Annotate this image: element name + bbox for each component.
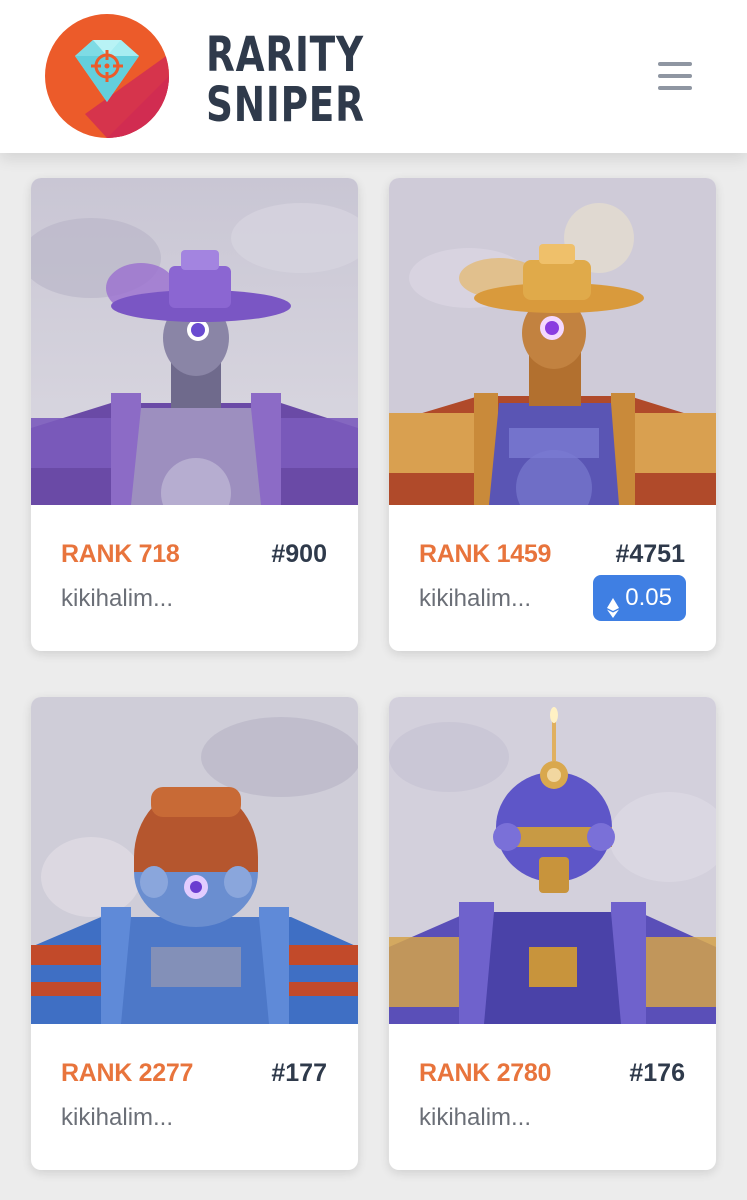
menu-bar: [658, 86, 692, 90]
token-id: #900: [271, 540, 327, 568]
nft-artwork-image: [31, 697, 358, 1024]
price-value: 0.05: [625, 584, 672, 611]
menu-bar: [658, 62, 692, 66]
token-id: #176: [629, 1059, 685, 1087]
nft-artwork-image: [389, 178, 716, 505]
nft-card[interactable]: RANK 2277 #177 kikihalim...: [31, 697, 358, 1170]
brand-line-2: SNIPER: [206, 77, 365, 133]
owner-name[interactable]: kikihalim...: [419, 585, 531, 613]
nft-artwork-image: [31, 178, 358, 505]
nft-card[interactable]: RANK 718 #900 kikihalim...: [31, 178, 358, 651]
nft-card[interactable]: RANK 1459 #4751 kikihalim... 0.05: [389, 178, 716, 651]
rank-label: RANK 718: [61, 540, 180, 568]
diamond-crosshair-logo-icon[interactable]: [45, 14, 169, 138]
brand-line-1: RARITY: [206, 27, 364, 83]
hamburger-menu-icon[interactable]: [652, 58, 700, 94]
price-badge[interactable]: 0.05: [593, 575, 686, 621]
owner-name[interactable]: kikihalim...: [419, 1104, 531, 1132]
owner-name[interactable]: kikihalim...: [61, 1104, 173, 1132]
nft-card[interactable]: RANK 2780 #176 kikihalim...: [389, 697, 716, 1170]
ethereum-icon: [607, 588, 620, 618]
app-header: RARITY SNIPER: [0, 0, 747, 153]
owner-name[interactable]: kikihalim...: [61, 585, 173, 613]
rank-label: RANK 2277: [61, 1059, 194, 1087]
brand-wordmark[interactable]: RARITY SNIPER: [206, 30, 365, 130]
menu-bar: [658, 74, 692, 78]
rank-label: RANK 2780: [419, 1059, 552, 1087]
token-id: #4751: [615, 540, 685, 568]
rank-label: RANK 1459: [419, 540, 552, 568]
token-id: #177: [271, 1059, 327, 1087]
nft-artwork-image: [389, 697, 716, 1024]
